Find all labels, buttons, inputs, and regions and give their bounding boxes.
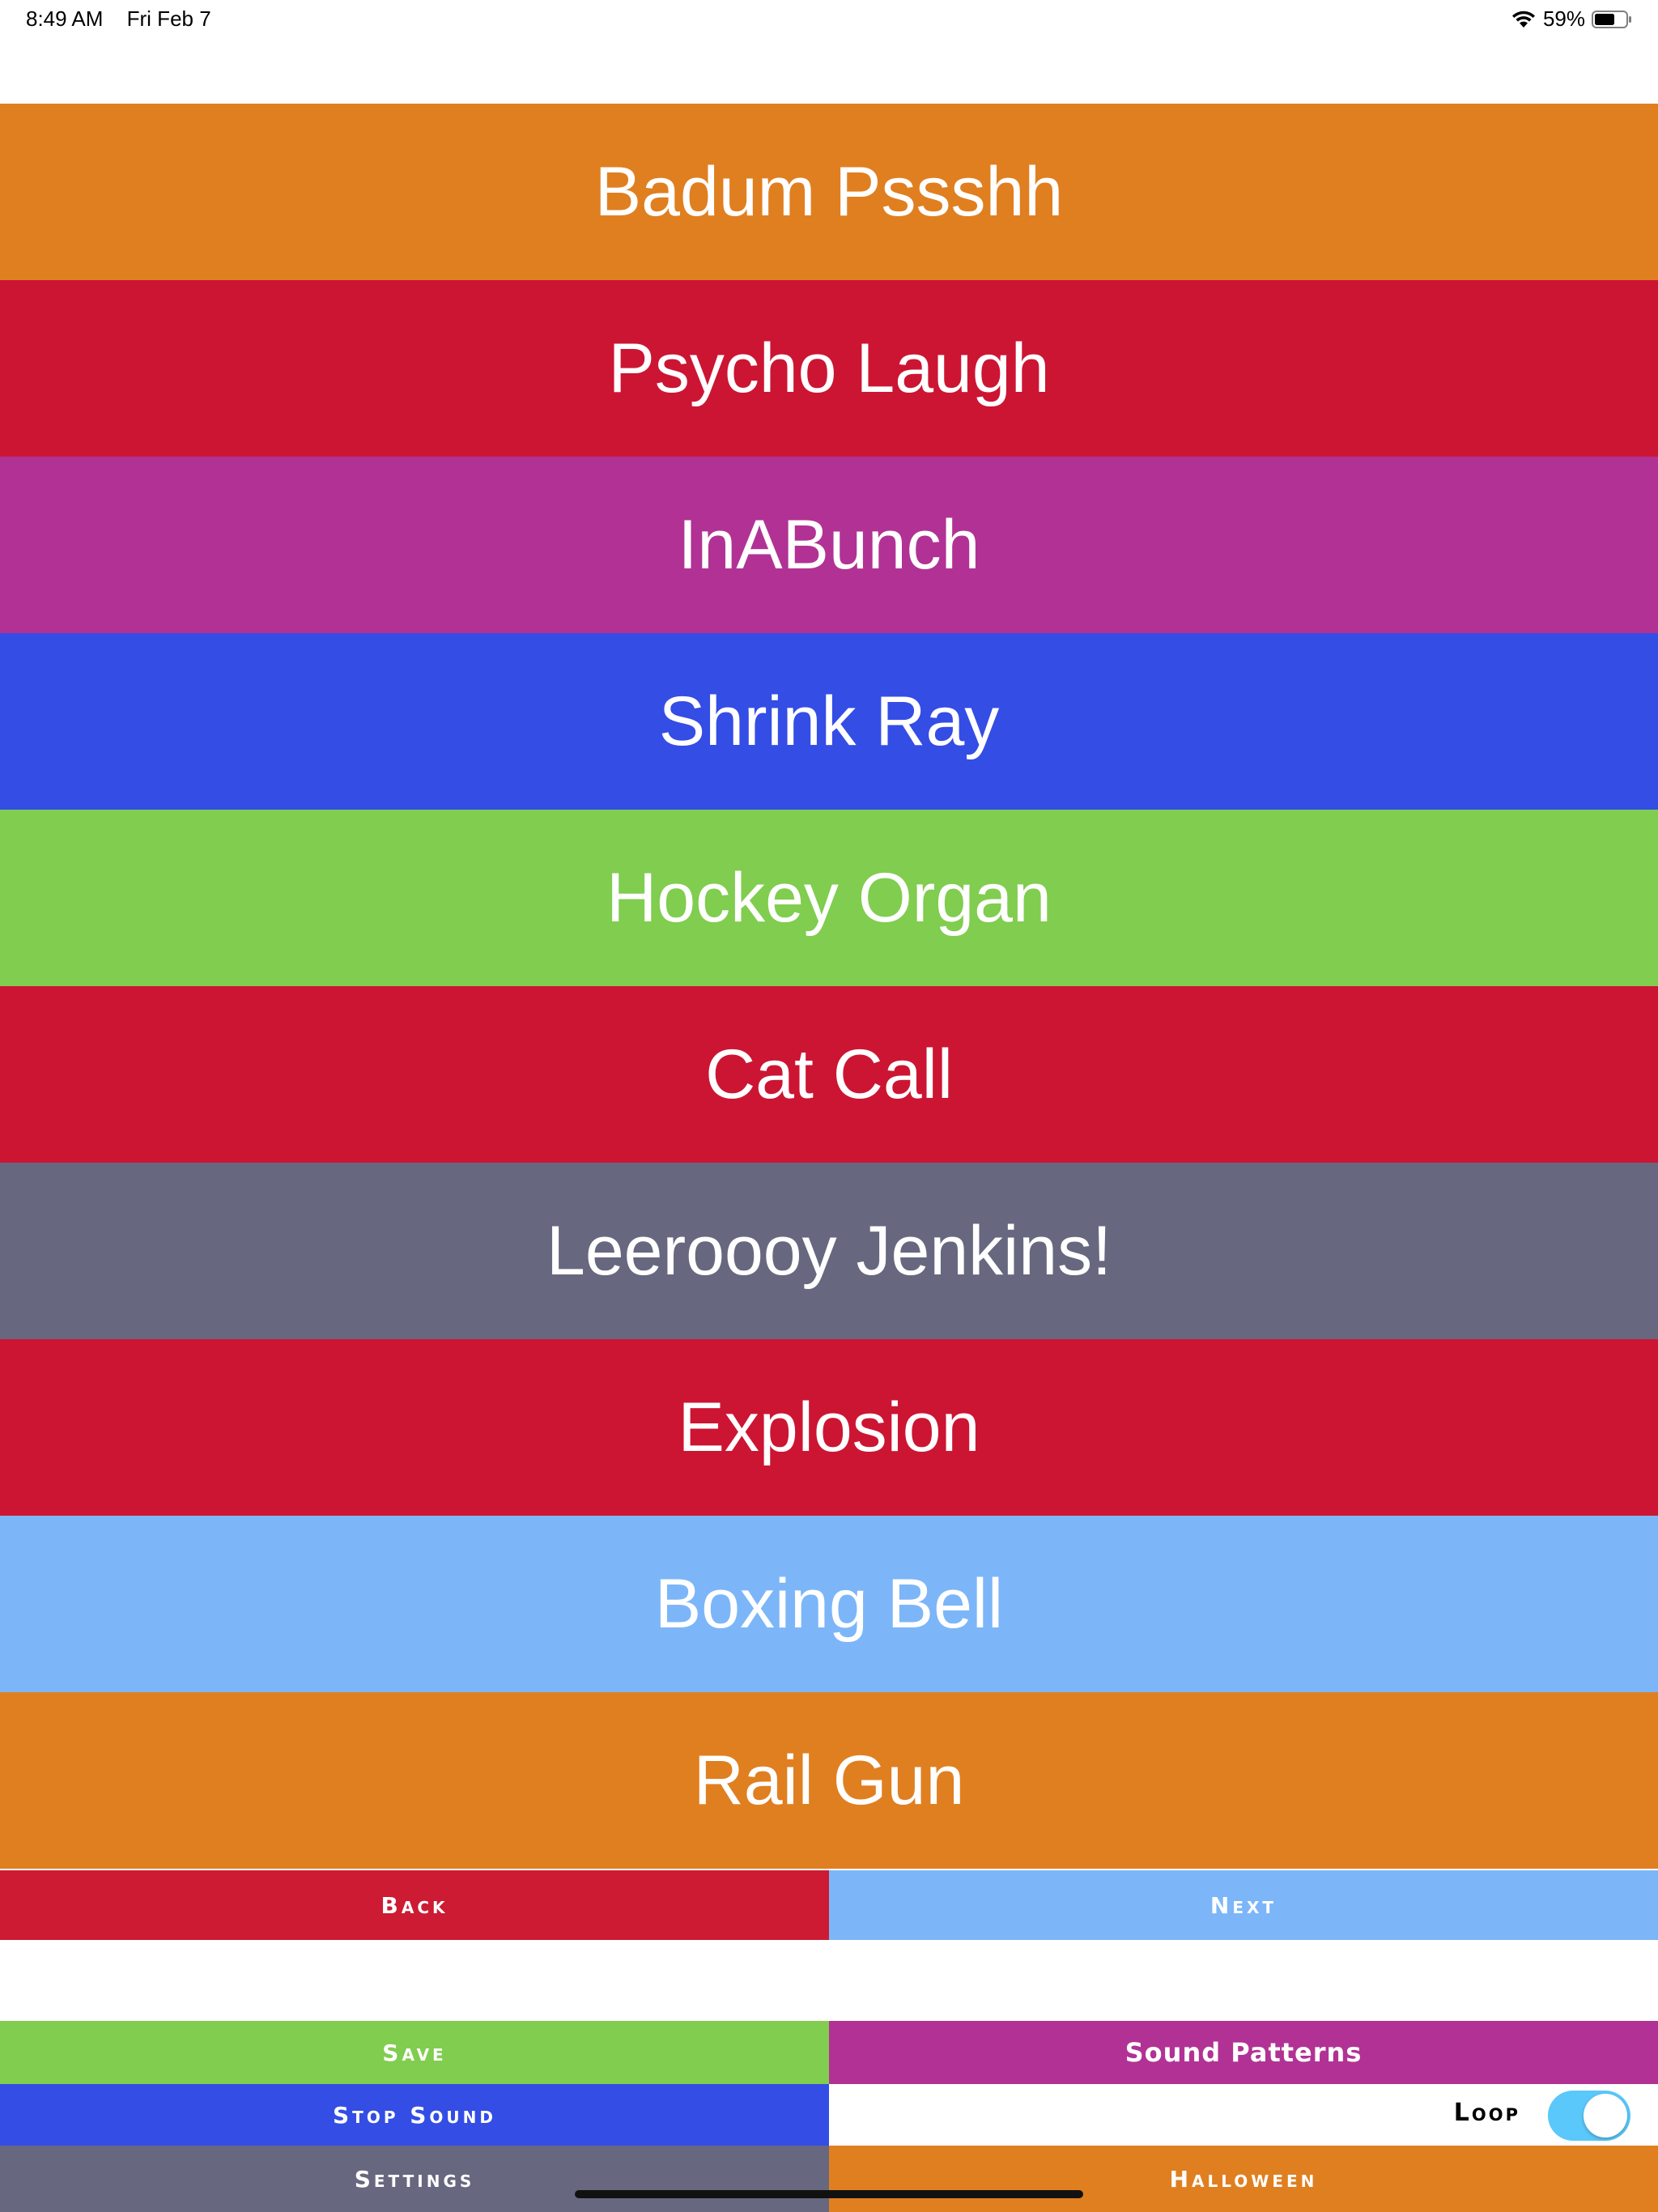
next-button[interactable]: Next xyxy=(829,1870,1658,1940)
status-indicators: 59% xyxy=(1511,6,1632,32)
sound-list: Badum Pssshh Psycho Laugh InABunch Shrink R… xyxy=(0,104,1658,1869)
home-indicator[interactable] xyxy=(575,2190,1083,2198)
stop-sound-button[interactable]: Stop Sound xyxy=(0,2084,829,2146)
halloween-button[interactable]: Halloween xyxy=(829,2146,1658,2212)
sound-button[interactable]: InABunch xyxy=(0,457,1658,633)
battery-percent: 59% xyxy=(1542,6,1585,31)
status-bar: 8:49 AM Fri Feb 7 59% xyxy=(0,0,1658,39)
sound-button[interactable]: Boxing Bell xyxy=(0,1516,1658,1692)
sound-button[interactable]: Badum Pssshh xyxy=(0,104,1658,280)
sound-button[interactable]: Psycho Laugh xyxy=(0,280,1658,457)
loop-label: Loop xyxy=(1453,2099,1520,2127)
wifi-icon xyxy=(1511,11,1535,28)
sound-button[interactable]: Shrink Ray xyxy=(0,633,1658,810)
settings-button[interactable]: Settings xyxy=(0,2146,829,2212)
toggle-knob xyxy=(1584,2094,1627,2138)
control-row: Stop Sound Loop xyxy=(0,2084,1658,2146)
status-time: 8:49 AM xyxy=(26,6,104,31)
pagination-row: Back Next xyxy=(0,1870,1658,1940)
battery-icon xyxy=(1592,10,1631,28)
loop-setting: Loop xyxy=(829,2084,1658,2146)
sound-button[interactable]: Cat Call xyxy=(0,986,1658,1163)
status-date: Fri Feb 7 xyxy=(126,6,211,31)
status-time-date: 8:49 AM Fri Feb 7 xyxy=(26,6,211,32)
back-button[interactable]: Back xyxy=(0,1870,829,1940)
sound-button[interactable]: Hockey Organ xyxy=(0,810,1658,986)
save-button[interactable]: Save xyxy=(0,2021,829,2084)
sound-button[interactable]: Rail Gun xyxy=(0,1692,1658,1869)
sound-button[interactable]: Explosion xyxy=(0,1339,1658,1516)
control-row: Save Sound Patterns xyxy=(0,2021,1658,2084)
control-panel: Save Sound Patterns Stop Sound Loop Sett… xyxy=(0,2021,1658,2212)
sound-patterns-button[interactable]: Sound Patterns xyxy=(829,2021,1658,2084)
control-row: Settings Halloween xyxy=(0,2146,1658,2212)
sound-button[interactable]: Leeroooy Jenkins! xyxy=(0,1163,1658,1339)
loop-toggle[interactable] xyxy=(1548,2091,1630,2141)
